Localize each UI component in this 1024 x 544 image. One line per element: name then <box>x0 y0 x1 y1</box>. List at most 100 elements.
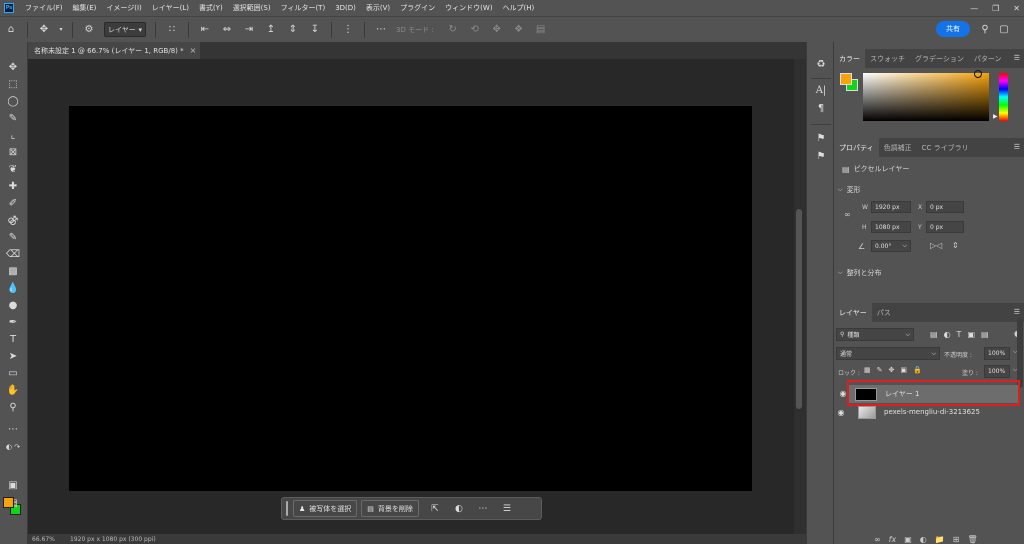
align-top-icon[interactable]: ↥ <box>263 22 279 38</box>
transform-icon[interactable]: ⇱ <box>427 501 443 517</box>
x-field[interactable]: 0 px <box>926 201 964 213</box>
flip-vertical-icon[interactable]: ⇕ <box>952 241 959 250</box>
tab-swatches[interactable]: スウォッチ <box>865 49 910 68</box>
layers-scrollbar[interactable] <box>1017 318 1023 388</box>
layer-style-icon[interactable]: fx <box>889 535 897 544</box>
menu-image[interactable]: イメージ(I) <box>101 3 146 13</box>
panel-menu-icon[interactable]: ☰ <box>1014 143 1020 151</box>
panel-menu-icon[interactable]: ☰ <box>1014 54 1020 62</box>
filter-shape-icon[interactable]: ▣ <box>967 330 975 339</box>
transform-controls-icon[interactable]: ∷ <box>164 22 180 38</box>
layer-filter-kind-dropdown[interactable]: ⚲ 種類 ⌵ <box>836 328 914 341</box>
document-canvas[interactable] <box>69 106 752 491</box>
menu-type[interactable]: 書式(Y) <box>194 3 228 13</box>
frame-tool-icon[interactable]: ⊠ <box>4 145 22 160</box>
document-info[interactable]: 1920 px x 1080 px (300 ppi) <box>70 536 156 543</box>
select-subject-button[interactable]: ♟ 被写体を選択 <box>293 500 358 517</box>
menu-layer[interactable]: レイヤー(L) <box>147 3 194 13</box>
menu-3d[interactable]: 3D(D) <box>330 4 361 12</box>
tab-paths[interactable]: パス <box>872 303 896 322</box>
transform-section-header[interactable]: ⌵ 変形 <box>838 185 1024 195</box>
new-layer-icon[interactable]: ⊞ <box>953 535 960 544</box>
menu-help[interactable]: ヘルプ(H) <box>498 3 540 13</box>
fill-field[interactable]: 100% <box>984 365 1010 378</box>
character-style-icon[interactable]: ⚑ <box>813 148 829 164</box>
align-center-h-icon[interactable]: ⇔ <box>219 22 235 38</box>
blur-tool-icon[interactable]: 💧 <box>4 281 22 296</box>
align-middle-icon[interactable]: ⇕ <box>285 22 301 38</box>
align-bottom-icon[interactable]: ↧ <box>307 22 323 38</box>
tab-layers[interactable]: レイヤー <box>834 303 872 322</box>
link-icon[interactable]: ∞ <box>844 210 851 219</box>
type-tool-icon[interactable]: T <box>4 332 22 347</box>
marquee-tool-icon[interactable]: ⬚ <box>4 77 22 92</box>
canvas-area[interactable] <box>28 59 794 534</box>
add-mask-icon[interactable]: ▣ <box>904 535 912 544</box>
tab-cc-libraries[interactable]: CC ライブラリ <box>917 138 974 157</box>
distribute-icon[interactable]: ⋮ <box>340 22 356 38</box>
panel-menu-icon[interactable]: ☰ <box>1014 308 1020 316</box>
menu-file[interactable]: ファイル(F) <box>20 3 68 13</box>
lock-transparent-icon[interactable]: ▦ <box>864 366 871 374</box>
adjustment-icon[interactable]: ◐ <box>451 501 467 517</box>
paragraph-style-icon[interactable]: ⚑ <box>813 130 829 146</box>
history-brush-tool-icon[interactable]: ✎ <box>4 230 22 245</box>
align-section-header[interactable]: ⌵ 整列と分布 <box>838 268 1024 278</box>
drag-handle[interactable] <box>286 501 288 516</box>
y-field[interactable]: 0 px <box>926 221 964 233</box>
chevron-down-icon[interactable]: ▾ <box>58 22 64 38</box>
auto-select-icon[interactable]: ⚙ <box>81 22 97 38</box>
search-icon[interactable]: ⚲ <box>977 21 993 37</box>
tab-properties[interactable]: プロパティ <box>834 138 879 157</box>
color-picker-field[interactable] <box>863 73 989 121</box>
more-options-icon[interactable]: ⋯ <box>373 22 389 38</box>
color-picker-cursor[interactable] <box>974 70 982 78</box>
auto-select-target-dropdown[interactable]: レイヤー ▾ <box>104 22 146 37</box>
menu-filter[interactable]: フィルター(T) <box>276 3 331 13</box>
foreground-color-swatch[interactable] <box>3 497 14 508</box>
filter-type-icon[interactable]: T <box>957 330 962 339</box>
paragraph-icon[interactable]: ¶ <box>813 100 829 116</box>
lasso-tool-icon[interactable]: ◯ <box>4 94 22 109</box>
hue-slider[interactable] <box>999 73 1008 121</box>
opacity-field[interactable]: 100% <box>984 347 1010 360</box>
trash-icon[interactable]: 🗑 <box>967 535 977 544</box>
scrollbar-thumb[interactable] <box>796 209 802 409</box>
zoom-level[interactable]: 66.67% <box>32 536 64 543</box>
adjustment-layer-icon[interactable]: ◐ <box>920 535 927 544</box>
menu-view[interactable]: 表示(V) <box>361 3 395 13</box>
close-icon[interactable]: ✕ <box>1013 4 1020 13</box>
new-group-icon[interactable]: 📁 <box>935 535 945 544</box>
align-right-icon[interactable]: ⇥ <box>241 22 257 38</box>
pen-tool-icon[interactable]: ✒ <box>4 315 22 330</box>
eye-icon[interactable]: ◉ <box>834 408 848 417</box>
menu-window[interactable]: ウィンドウ(W) <box>440 3 497 13</box>
share-button[interactable]: 共有 <box>936 21 970 37</box>
rectangle-tool-icon[interactable]: ▭ <box>4 366 22 381</box>
move-tool-icon[interactable]: ✥ <box>36 22 52 38</box>
move-tool-icon[interactable]: ✥ <box>4 60 22 75</box>
lock-all-icon[interactable]: 🔒 <box>913 366 922 374</box>
home-icon[interactable]: ⌂ <box>3 22 19 38</box>
edit-toolbar-icon[interactable]: ⋯ <box>4 422 22 437</box>
align-left-icon[interactable]: ⇤ <box>197 22 213 38</box>
lock-artboard-icon[interactable]: ▣ <box>900 366 907 374</box>
angle-field[interactable]: 0.00° ⌵ <box>871 240 911 252</box>
flip-horizontal-icon[interactable]: ▷◁ <box>930 241 942 250</box>
layer-row[interactable]: ◉ pexels-mengliu-di-3213625 <box>834 403 1016 421</box>
character-icon[interactable]: A| <box>813 82 829 98</box>
menu-select[interactable]: 選択範囲(S) <box>228 3 276 13</box>
more-options-icon[interactable]: ⋯ <box>475 501 491 517</box>
clone-stamp-tool-icon[interactable]: ⚣ <box>4 213 22 228</box>
restore-icon[interactable]: ❐ <box>992 4 999 13</box>
filter-smart-object-icon[interactable]: ▤ <box>981 330 989 339</box>
filter-adjustment-icon[interactable]: ◐ <box>944 330 951 339</box>
brush-tool-icon[interactable]: ✐ <box>4 196 22 211</box>
lock-image-icon[interactable]: ✎ <box>877 366 883 374</box>
tab-adjustments[interactable]: 色調補正 <box>879 138 917 157</box>
crop-tool-icon[interactable]: ⌞ <box>4 128 22 143</box>
eraser-tool-icon[interactable]: ⌫ <box>4 247 22 262</box>
color-panel-foreground-swatch[interactable] <box>840 73 852 85</box>
remove-background-button[interactable]: ▤ 背景を削除 <box>361 500 419 517</box>
zoom-tool-icon[interactable]: ⚲ <box>4 400 22 415</box>
